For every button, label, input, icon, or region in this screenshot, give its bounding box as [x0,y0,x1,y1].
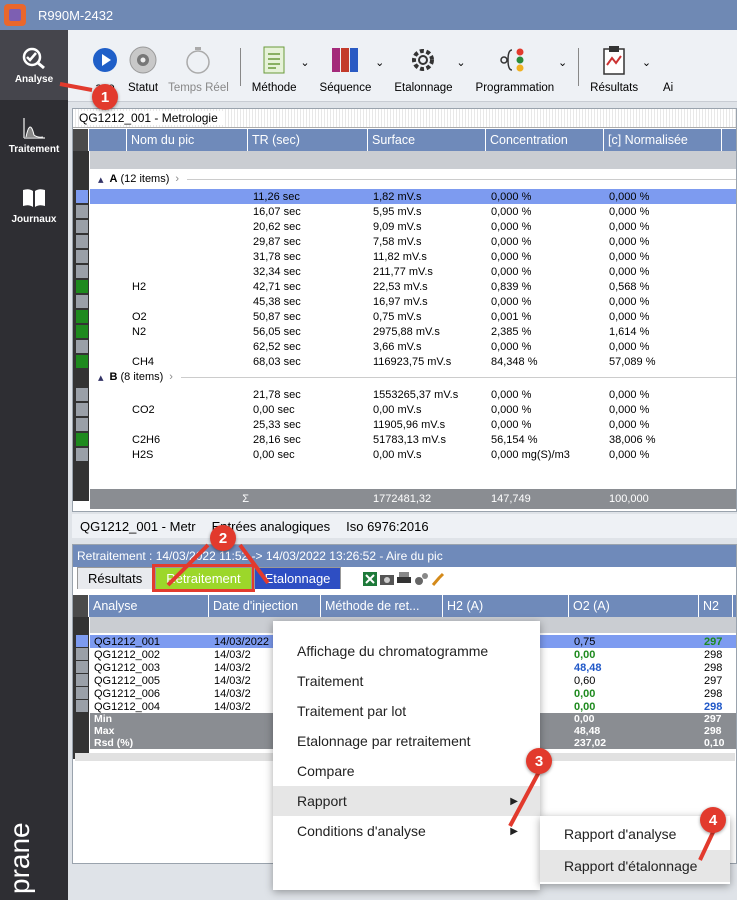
step-badge-1: 1 [92,84,118,110]
step-badge-2: 2 [210,525,236,551]
step-badge-4: 4 [700,807,726,833]
annotation-arrows [59,82,717,861]
step-badge-3: 3 [526,748,552,774]
